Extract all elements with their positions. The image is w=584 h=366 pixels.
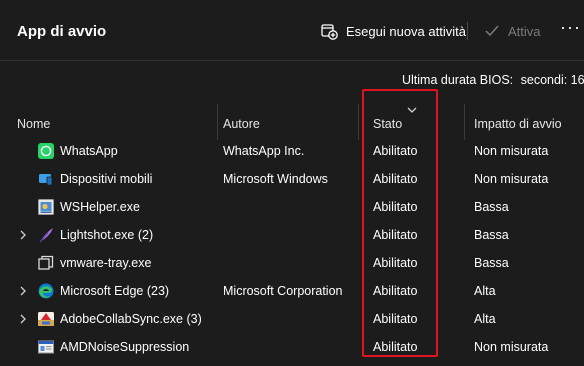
column-resize-handle[interactable] (217, 104, 218, 140)
toolbar-divider (467, 22, 468, 40)
table-header: Nome Autore Stato Impatto di avvio (0, 110, 584, 138)
app-name: AdobeCollabSync.exe (3) (60, 312, 202, 326)
app-publisher: Microsoft Corporation (223, 284, 343, 298)
app-name: Lightshot.exe (2) (60, 228, 154, 242)
app-impact: Alta (474, 312, 496, 326)
column-header-name[interactable]: Nome (17, 110, 217, 138)
app-impact: Alta (474, 284, 496, 298)
app-name: Dispositivi mobili (60, 172, 153, 186)
more-options-button[interactable]: ··· (560, 18, 584, 40)
command-bar: App di avvio Esegui nuova attività Attiv… (0, 0, 584, 60)
app-name: WhatsApp (60, 144, 118, 158)
edge-icon (38, 283, 54, 299)
divider (0, 60, 584, 61)
app-name: Microsoft Edge (23) (60, 284, 170, 298)
app-impact: Non misurata (474, 144, 549, 158)
page-title: App di avvio (17, 23, 107, 40)
wshelper-icon (38, 199, 54, 215)
run-new-task-label: Esegui nuova attività (346, 23, 466, 39)
table-row[interactable]: Lightshot.exe (2) Abilitato Bassa (0, 221, 584, 249)
more-options-icon: ··· (560, 17, 581, 37)
chevron-right-icon[interactable] (18, 230, 28, 240)
whatsapp-icon (38, 143, 54, 159)
lightshot-feather-icon (39, 228, 53, 243)
app-publisher: Microsoft Windows (223, 172, 328, 186)
column-header-publisher[interactable]: Autore (223, 110, 359, 138)
bios-duration: Ultima durata BIOS: secondi: 16.2 (402, 73, 584, 87)
app-name: AMDNoiseSuppression (60, 340, 190, 354)
table-row[interactable]: Microsoft Edge (23) Microsoft Corporatio… (0, 277, 584, 305)
table-row[interactable]: WhatsApp WhatsApp Inc. Abilitato Non mis… (0, 137, 584, 165)
app-impact: Bassa (474, 256, 509, 270)
bios-duration-value: secondi: 16.2 (520, 73, 584, 87)
column-resize-handle[interactable] (358, 104, 359, 140)
checkmark-icon (485, 25, 499, 37)
table-row[interactable]: WSHelper.exe Abilitato Bassa (0, 193, 584, 221)
bios-duration-label: Ultima durata BIOS: (402, 73, 514, 87)
app-impact: Bassa (474, 200, 509, 214)
phone-link-icon (39, 174, 53, 186)
run-new-task-button[interactable]: Esegui nuova attività (312, 14, 474, 48)
chevron-right-icon[interactable] (18, 314, 28, 324)
adobe-icon (38, 312, 54, 326)
enable-button[interactable]: Attiva (478, 14, 547, 48)
status-column-highlight (362, 89, 438, 357)
app-name: vmware-tray.exe (60, 256, 152, 270)
app-impact: Bassa (474, 228, 509, 242)
app-impact: Non misurata (474, 172, 549, 186)
amd-window-icon (38, 340, 54, 354)
table-row[interactable]: AMDNoiseSuppression Abilitato Non misura… (0, 333, 584, 361)
column-header-impact[interactable]: Impatto di avvio (474, 110, 584, 138)
column-resize-handle[interactable] (464, 104, 465, 140)
chevron-right-icon[interactable] (18, 286, 28, 296)
app-publisher: WhatsApp Inc. (223, 144, 305, 158)
new-task-icon (321, 24, 338, 40)
enable-label: Attiva (508, 23, 541, 39)
vmware-icon (38, 255, 54, 270)
app-impact: Non misurata (474, 340, 549, 354)
table-row[interactable]: Dispositivi mobili Microsoft Windows Abi… (0, 165, 584, 193)
table-row[interactable]: AdobeCollabSync.exe (3) Abilitato Alta (0, 305, 584, 333)
app-name: WSHelper.exe (60, 200, 140, 214)
table-row[interactable]: vmware-tray.exe Abilitato Bassa (0, 249, 584, 277)
